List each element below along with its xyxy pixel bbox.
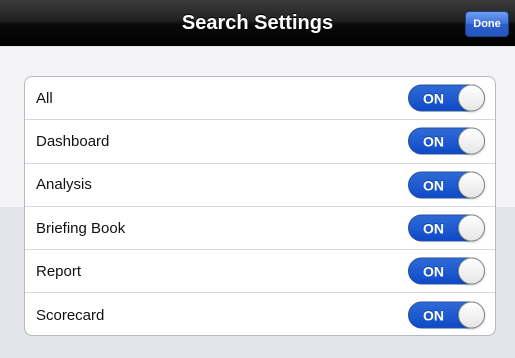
toggle-knob (458, 84, 485, 112)
setting-label: All (36, 89, 53, 107)
search-settings-list: All ON Dashboard ON Analysis ON Briefing… (24, 76, 496, 336)
toggle-on-label: ON (423, 177, 444, 194)
toggle-on-label: ON (423, 263, 444, 280)
setting-label: Briefing Book (36, 219, 126, 237)
toggle-switch-report[interactable]: ON (408, 257, 485, 285)
toggle-switch-all[interactable]: ON (408, 84, 485, 112)
setting-row-report: Report ON (25, 250, 495, 294)
setting-label: Report (36, 262, 82, 280)
setting-row-briefing-book: Briefing Book ON (25, 207, 495, 251)
setting-row-scorecard: Scorecard ON (25, 293, 495, 335)
toggle-on-label: ON (423, 90, 444, 107)
setting-label: Analysis (36, 176, 92, 194)
toggle-knob (458, 301, 485, 329)
setting-label: Dashboard (36, 132, 110, 150)
setting-row-analysis: Analysis ON (25, 164, 495, 207)
page-title: Search Settings (181, 12, 334, 34)
setting-label: Scorecard (36, 306, 105, 324)
setting-row-dashboard: Dashboard ON (25, 120, 495, 164)
done-button[interactable]: Done (465, 11, 509, 37)
toggle-knob (458, 171, 485, 199)
toggle-on-label: ON (423, 133, 444, 150)
toggle-switch-analysis[interactable]: ON (408, 171, 485, 199)
toggle-on-label: ON (423, 307, 444, 324)
navigation-bar: Search Settings Done (0, 0, 515, 46)
toggle-on-label: ON (423, 220, 444, 237)
toggle-switch-dashboard[interactable]: ON (408, 127, 485, 155)
toggle-knob (458, 257, 485, 285)
setting-row-all: All ON (25, 77, 495, 121)
toggle-switch-briefing-book[interactable]: ON (408, 214, 485, 242)
toggle-switch-scorecard[interactable]: ON (408, 301, 485, 329)
toggle-knob (458, 127, 485, 155)
toggle-knob (458, 214, 485, 242)
